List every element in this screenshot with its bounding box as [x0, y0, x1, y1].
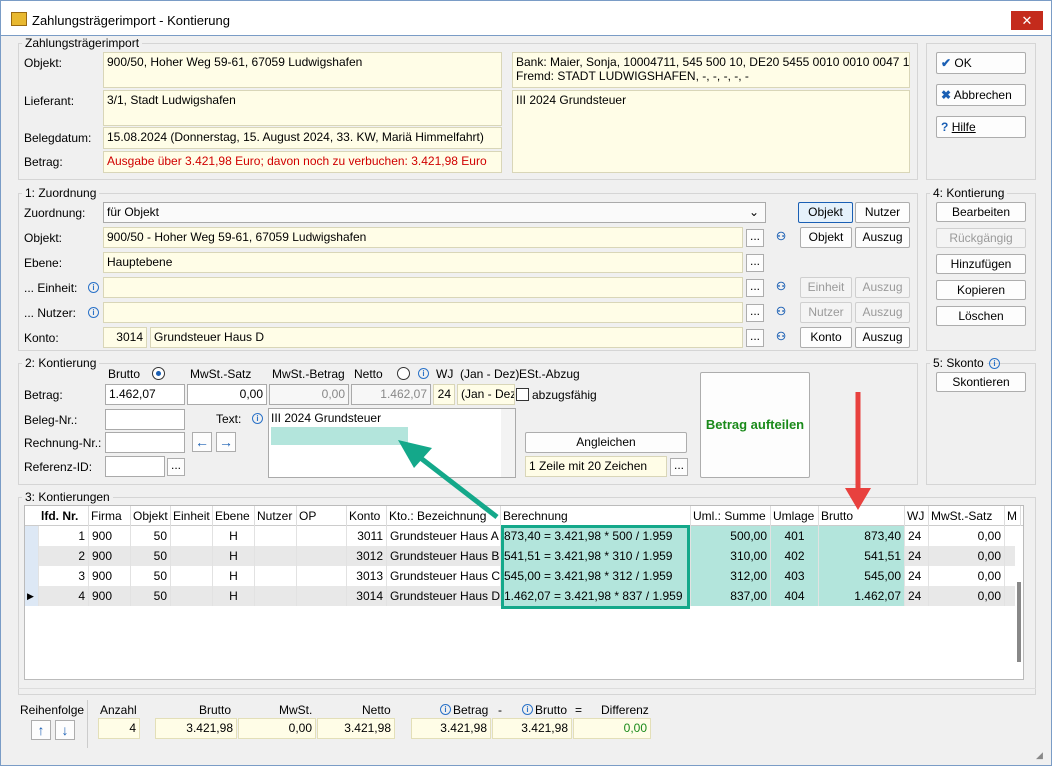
red-arrow-head [845, 488, 871, 510]
annotation-overlay [398, 392, 871, 519]
green-arrow-shaft [416, 454, 499, 519]
